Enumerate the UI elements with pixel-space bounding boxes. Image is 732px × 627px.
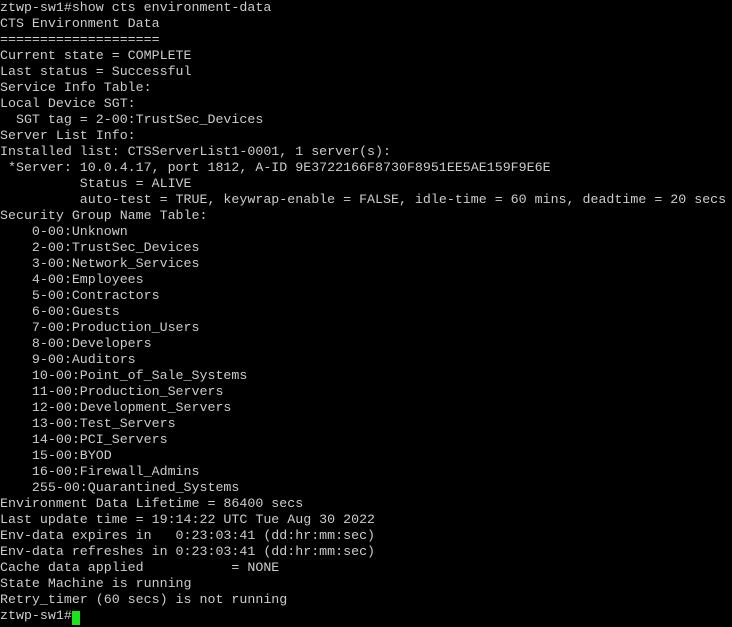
terminal-line: Cache data applied = NONE — [0, 560, 280, 575]
terminal-line: CTS Environment Data — [0, 16, 160, 31]
terminal-line: Server List Info: — [0, 128, 136, 143]
terminal-line: Installed list: CTSServerList1-0001, 1 s… — [0, 144, 391, 159]
terminal-line: ==================== — [0, 32, 160, 47]
terminal-line: Environment Data Lifetime = 86400 secs — [0, 496, 304, 511]
text-cursor — [71, 611, 80, 625]
terminal-line: *Server: 10.0.4.17, port 1812, A-ID 9E37… — [0, 160, 551, 175]
terminal-line: auto-test = TRUE, keywrap-enable = FALSE… — [0, 192, 727, 207]
terminal-line: 5-00:Contractors — [0, 288, 160, 303]
terminal-line: Last update time = 19:14:22 UTC Tue Aug … — [0, 512, 376, 527]
terminal-line: Env-data expires in 0:23:03:41 (dd:hr:mm… — [0, 528, 376, 543]
terminal-line: 8-00:Developers — [0, 336, 152, 351]
terminal-line: 2-00:TrustSec_Devices — [0, 240, 200, 255]
terminal-line: Env-data refreshes in 0:23:03:41 (dd:hr:… — [0, 544, 376, 559]
terminal-line: Retry_timer (60 secs) is not running — [0, 592, 288, 607]
terminal-line: 4-00:Employees — [0, 272, 144, 287]
terminal-line: 11-00:Production_Servers — [0, 384, 224, 399]
terminal-output: ztwp-sw1#show cts environment-data CTS En… — [0, 0, 732, 608]
terminal-screen[interactable]: ztwp-sw1#show cts environment-data CTS En… — [0, 0, 732, 627]
terminal-line: Current state = COMPLETE — [0, 48, 192, 63]
terminal-line: 6-00:Guests — [0, 304, 120, 319]
terminal-line: Local Device SGT: — [0, 96, 136, 111]
terminal-line: 16-00:Firewall_Admins — [0, 464, 200, 479]
terminal-line: 3-00:Network_Services — [0, 256, 200, 271]
terminal-line: Service Info Table: — [0, 80, 152, 95]
shell-prompt: ztwp-sw1# — [0, 608, 72, 623]
terminal-line: Last status = Successful — [0, 64, 192, 79]
terminal-line: 14-00:PCI_Servers — [0, 432, 168, 447]
terminal-line: Status = ALIVE — [0, 176, 192, 191]
terminal-line: 7-00:Production_Users — [0, 320, 200, 335]
terminal-line: 10-00:Point_of_Sale_Systems — [0, 368, 248, 383]
terminal-line: State Machine is running — [0, 576, 192, 591]
terminal-line: Security Group Name Table: — [0, 208, 208, 223]
terminal-prompt-line[interactable]: ztwp-sw1# — [0, 608, 732, 625]
terminal-line: SGT tag = 2-00:TrustSec_Devices — [0, 112, 264, 127]
terminal-line: 9-00:Auditors — [0, 352, 136, 367]
terminal-line: 13-00:Test_Servers — [0, 416, 176, 431]
terminal-line: 255-00:Quarantined_Systems — [0, 480, 240, 495]
terminal-line: ztwp-sw1#show cts environment-data — [0, 0, 272, 15]
terminal-line: 0-00:Unknown — [0, 224, 128, 239]
terminal-line: 12-00:Development_Servers — [0, 400, 232, 415]
terminal-line: 15-00:BYOD — [0, 448, 112, 463]
